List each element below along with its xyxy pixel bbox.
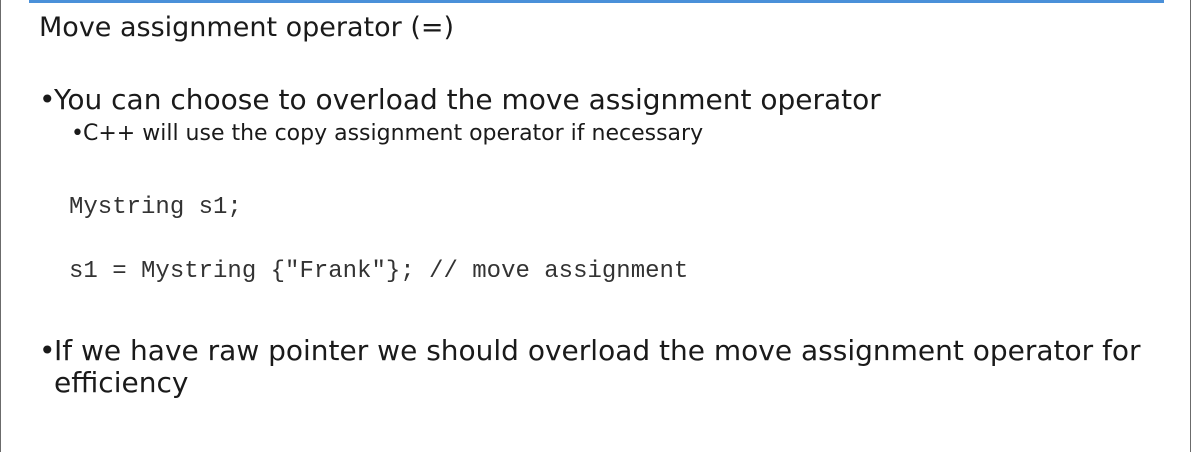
sub-bullet-item: •C++ will use the copy assignment operat… bbox=[71, 119, 703, 149]
bullet-item: •If we have raw pointer we should overlo… bbox=[39, 335, 1144, 399]
slide: Move assignment operator (=) •You can ch… bbox=[0, 0, 1191, 452]
bullet-icon: • bbox=[39, 334, 56, 367]
bullet-text: If we have raw pointer we should overloa… bbox=[54, 334, 1141, 399]
bullet-text: You can choose to overload the move assi… bbox=[54, 83, 881, 116]
sub-bullet-text: C++ will use the copy assignment operato… bbox=[83, 121, 704, 146]
bullet-icon: • bbox=[71, 121, 84, 146]
bullet-icon: • bbox=[39, 83, 56, 116]
slide-title: Move assignment operator (=) bbox=[39, 12, 455, 43]
top-accent-rule bbox=[29, 0, 1164, 3]
bullet-item: •You can choose to overload the move ass… bbox=[39, 84, 881, 116]
code-line: s1 = Mystring {"Frank"}; // move assignm… bbox=[69, 258, 689, 285]
code-line: Mystring s1; bbox=[69, 194, 242, 221]
